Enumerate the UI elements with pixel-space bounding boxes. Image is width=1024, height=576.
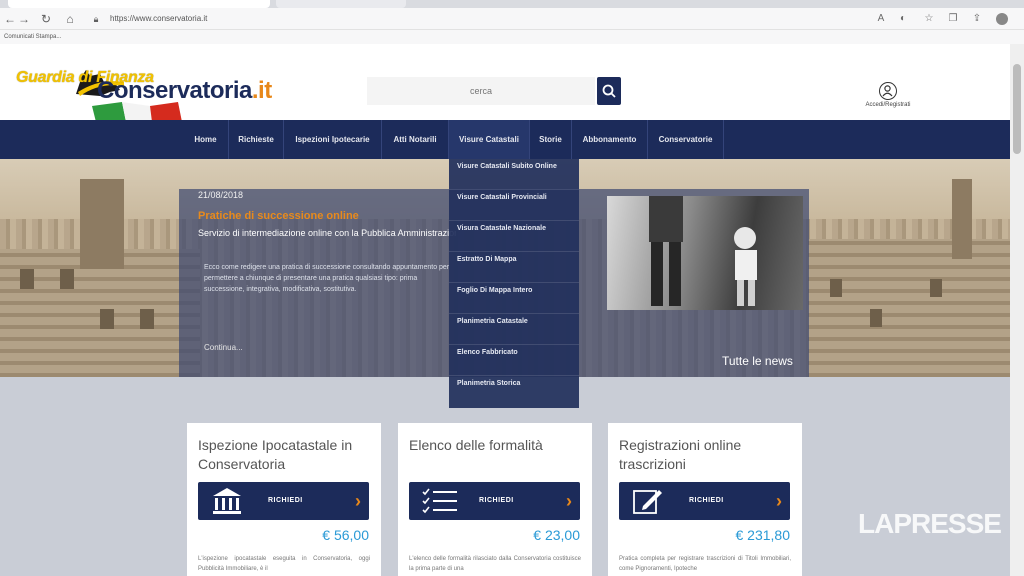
account-label[interactable]: Accedi/Registrati [848, 102, 928, 108]
hero-window [60, 269, 74, 289]
collections-icon[interactable]: ❐ [946, 12, 960, 26]
nav-item-conservatorie[interactable]: Conservatorie [648, 120, 724, 159]
news-subtitle: Servizio di intermediazione online con l… [198, 228, 456, 238]
browser-tab-strip [0, 0, 1024, 8]
hero-window [20, 269, 34, 289]
dropdown-item[interactable]: Planimetria Catastale [449, 314, 579, 345]
italian-flag-icon [92, 102, 182, 122]
account-icon[interactable] [879, 82, 897, 100]
browser-tab[interactable] [276, 0, 406, 8]
card-description: L'elenco delle formalità rilasciato dall… [409, 556, 581, 572]
card-price: € 23,00 [533, 527, 580, 543]
bank-icon [213, 488, 241, 514]
reload-icon[interactable]: ↻ [38, 11, 54, 27]
news-date: 21/08/2018 [198, 190, 244, 200]
url-field[interactable]: https://www.conservatoria.it [102, 11, 862, 27]
nav-item-visure-catastali[interactable]: Visure Catastali [449, 120, 530, 159]
hero-building-right [808, 239, 1010, 377]
card-title: Ispezione Ipocatastale in Conservatoria [198, 437, 353, 472]
dropdown-item[interactable]: Visura Catastale Nazionale [449, 221, 579, 252]
card-description: L'ispezione ipocatastale eseguita in Con… [198, 556, 370, 572]
nav-item-abbonamento[interactable]: Abbonamento [572, 120, 648, 159]
news-photo [607, 196, 803, 310]
nav-item-home[interactable]: Home [183, 120, 229, 159]
chevron-right-icon: › [566, 491, 572, 511]
service-card: Elenco delle formalità RICHIEDI › € 23,0… [398, 423, 592, 576]
edit-icon [633, 490, 662, 514]
card-description: Pratica completa per registrare trascriz… [619, 556, 791, 572]
request-button[interactable]: RICHIEDI › [198, 482, 369, 520]
all-news-link[interactable]: Tutte le news [722, 354, 793, 368]
favorite-star-icon[interactable]: ☆ [922, 12, 936, 26]
card-title: Registrazioni online trascrizioni [619, 437, 742, 472]
watermark: LAPRESSE [858, 508, 1002, 539]
continue-link[interactable]: Continua... [204, 343, 243, 352]
chevron-right-icon: › [776, 491, 782, 511]
nav-item-richieste[interactable]: Richieste [229, 120, 284, 159]
visure-catastali-dropdown: Visure Catastali Subito Online Visure Ca… [449, 159, 579, 408]
scrollbar-thumb[interactable] [1013, 64, 1021, 154]
hero-window [830, 279, 842, 297]
nav-item-storie[interactable]: Storie [530, 120, 572, 159]
search-input[interactable] [367, 77, 595, 105]
nav-item-ispezioni-ipotecarie[interactable]: Ispezioni Ipotecarie [284, 120, 382, 159]
hero-tower [952, 179, 972, 259]
parent-child-photo [649, 196, 757, 306]
card-title: Elenco delle formalità [409, 437, 543, 453]
nav-item-atti-notarili[interactable]: Atti Notarili [382, 120, 449, 159]
request-button-label: RICHIEDI [689, 497, 724, 504]
share-icon[interactable]: ⇪ [970, 12, 984, 26]
profile-avatar-icon[interactable] [996, 13, 1008, 25]
hero-window [140, 309, 154, 329]
dropdown-item[interactable]: Visure Catastali Subito Online [449, 159, 579, 190]
card-price: € 56,00 [322, 527, 369, 543]
hero-window [100, 309, 114, 329]
service-card: Ispezione Ipocatastale in Conservatoria … [187, 423, 381, 576]
page-scrollbar[interactable] [1010, 44, 1024, 576]
chevron-right-icon: › [355, 491, 361, 511]
read-aloud-icon[interactable]: A [874, 12, 888, 26]
request-button-label: RICHIEDI [268, 497, 303, 504]
logo-tld: .it [251, 77, 272, 104]
home-icon[interactable]: ⌂ [62, 11, 78, 27]
forward-icon[interactable]: → [16, 11, 32, 27]
logo-name: Conservatoria [97, 77, 252, 104]
request-button[interactable]: RICHIEDI › [619, 482, 790, 520]
search-icon [602, 84, 616, 98]
search-button[interactable] [597, 77, 621, 105]
hero-window [930, 279, 942, 297]
dropdown-item[interactable]: Estratto Di Mappa [449, 252, 579, 283]
user-icon [882, 85, 893, 97]
main-navigation: Home Richieste Ispezioni Ipotecarie Atti… [0, 120, 1010, 159]
bookmark-item[interactable]: Comunicati Stampa... [4, 34, 61, 40]
extension-icon[interactable]: ◐ [896, 12, 910, 26]
hero-tower [80, 179, 124, 269]
logo-conservatoria[interactable]: Conservatoria.it [97, 77, 272, 105]
address-bar: ← → ↻ ⌂ 🔒︎ https://www.conservatoria.it … [0, 8, 1024, 30]
dropdown-item[interactable]: Elenco Fabbricato [449, 345, 579, 376]
news-title[interactable]: Pratiche di successione online [198, 210, 359, 222]
browser-tab-active[interactable] [8, 0, 270, 8]
checklist-icon [422, 488, 457, 514]
card-price: € 231,80 [735, 527, 791, 543]
dropdown-item[interactable]: Foglio Di Mappa Intero [449, 283, 579, 314]
site-header: Guardia di Finanza Conservatoria.it Acce… [0, 44, 1010, 122]
bookmarks-bar: Comunicati Stampa... [0, 30, 1024, 44]
news-text: Ecco come redigere una pratica di succes… [204, 264, 450, 293]
dropdown-item[interactable]: Visure Catastali Provinciali [449, 190, 579, 221]
request-button-label: RICHIEDI [479, 497, 514, 504]
request-button[interactable]: RICHIEDI › [409, 482, 580, 520]
hero-window [870, 309, 882, 327]
dropdown-item[interactable]: Planimetria Storica [449, 376, 579, 407]
service-card: Registrazioni online trascrizioni RICHIE… [608, 423, 802, 576]
